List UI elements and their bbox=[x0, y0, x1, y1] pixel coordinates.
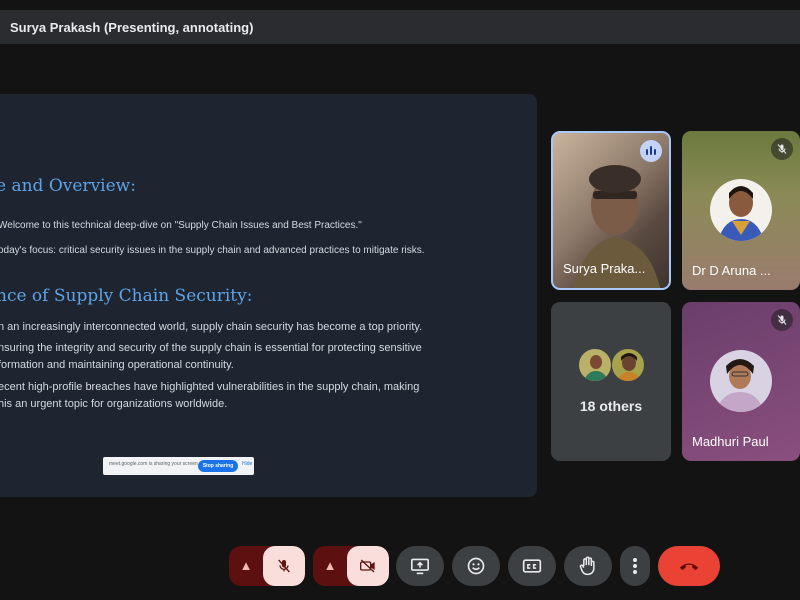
avatar bbox=[710, 179, 772, 241]
slide-bullet: nsuring the integrity and security of th… bbox=[0, 342, 422, 371]
slide-bullet: oday's focus: critical security issues i… bbox=[0, 245, 425, 256]
camera-options-chevron-up-icon[interactable]: ▲ bbox=[313, 546, 347, 586]
shared-screen[interactable]: e and Overview: Welcome to this technica… bbox=[0, 94, 537, 497]
avatar bbox=[710, 350, 772, 412]
slide-bullet: Welcome to this technical deep-dive on "… bbox=[0, 220, 362, 231]
mic-control-group: ▲ bbox=[229, 546, 305, 586]
mic-off-icon[interactable] bbox=[263, 546, 305, 586]
mic-off-icon bbox=[771, 309, 793, 331]
captions-button[interactable] bbox=[508, 546, 556, 586]
presenter-bar: Surya Prakash (Presenting, annotating) bbox=[0, 10, 800, 44]
present-screen-button[interactable] bbox=[396, 546, 444, 586]
participant-name: Surya Praka... bbox=[563, 261, 646, 276]
others-count: 18 others bbox=[579, 398, 643, 414]
slide-heading-overview: e and Overview: bbox=[0, 176, 136, 196]
slide-bullet: ecent high-profile breaches have highlig… bbox=[0, 381, 420, 410]
share-banner-text: meet.google.com is sharing your screen bbox=[109, 461, 198, 467]
more-options-button[interactable] bbox=[620, 546, 650, 586]
raise-hand-button[interactable] bbox=[564, 546, 612, 586]
emoji-reaction-button[interactable] bbox=[452, 546, 500, 586]
camera-control-group: ▲ bbox=[313, 546, 389, 586]
slide-bullet: n an increasingly interconnected world, … bbox=[0, 321, 423, 333]
camera-off-icon[interactable] bbox=[347, 546, 389, 586]
participant-name: Madhuri Paul bbox=[692, 434, 769, 449]
participant-name: Dr D Aruna ... bbox=[692, 263, 771, 278]
mic-off-icon bbox=[771, 138, 793, 160]
participant-tile-madhuri[interactable]: Madhuri Paul bbox=[682, 302, 800, 461]
speaking-indicator-icon bbox=[640, 140, 662, 162]
participant-tile-aruna[interactable]: Dr D Aruna ... bbox=[682, 131, 800, 290]
avatar bbox=[611, 348, 645, 382]
hide-banner-link[interactable]: Hide bbox=[242, 461, 252, 467]
leave-call-button[interactable] bbox=[658, 546, 720, 586]
screen-share-banner: meet.google.com is sharing your screen S… bbox=[103, 457, 254, 475]
avatar bbox=[578, 348, 612, 382]
participant-tile-others[interactable]: 18 others bbox=[551, 302, 671, 461]
slide-heading-importance: nce of Supply Chain Security: bbox=[0, 286, 253, 306]
participant-tile-surya[interactable]: Surya Praka... bbox=[551, 131, 671, 290]
mic-options-chevron-up-icon[interactable]: ▲ bbox=[229, 546, 263, 586]
stop-sharing-button[interactable]: Stop sharing bbox=[198, 460, 238, 472]
presenter-title: Surya Prakash (Presenting, annotating) bbox=[10, 20, 254, 35]
meeting-stage: Surya Prakash (Presenting, annotating) e… bbox=[0, 0, 800, 600]
